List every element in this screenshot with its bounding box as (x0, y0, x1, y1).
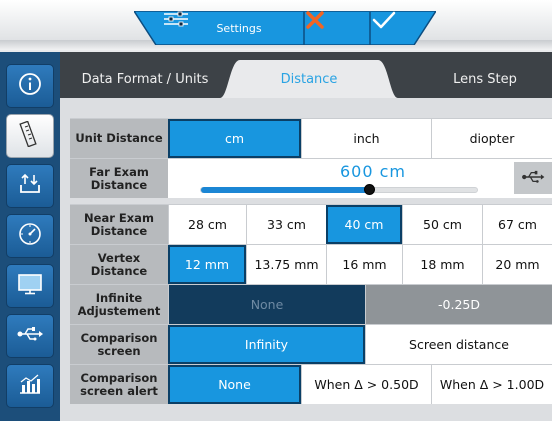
row-near-exam-distance: Near Exam Distance 28 cm 33 cm 40 cm 50 c… (70, 204, 552, 244)
ruler-icon (18, 120, 42, 151)
usb-sync-button[interactable] (514, 162, 552, 194)
sidebar-item-usb[interactable] (6, 314, 54, 358)
info-icon (18, 72, 42, 100)
row-label: Comparison screen (70, 325, 168, 364)
option-inch[interactable]: inch (301, 119, 431, 158)
row-comparison-screen: Comparison screen Infinity Screen distanc… (70, 324, 552, 364)
dial-icon (18, 222, 42, 250)
far-distance-slider[interactable] (200, 184, 478, 195)
tab-bar: Data Format / Units Distance Lens Step (60, 52, 552, 98)
option-50cm[interactable]: 50 cm (402, 205, 482, 244)
option-18mm[interactable]: 18 mm (402, 245, 482, 284)
option-diopter[interactable]: diopter (431, 119, 552, 158)
option-12mm[interactable]: 12 mm (168, 245, 246, 284)
tab-label: Distance (280, 71, 338, 87)
sidebar-item-monitor[interactable] (6, 264, 54, 308)
tab-distance[interactable]: Distance (220, 60, 398, 98)
monitor-icon (17, 273, 43, 299)
download-icon (18, 173, 42, 199)
sidebar-item-chart[interactable] (6, 364, 54, 408)
row-label: Vertex Distance (70, 245, 168, 284)
row-infinite-adjustement: Infinite Adjustement None -0.25D (70, 284, 552, 324)
option-alert-0-50d[interactable]: When Δ > 0.50D (301, 365, 431, 404)
option-20mm[interactable]: 20 mm (482, 245, 552, 284)
settings-panel: Data Format / Units Distance Lens Step U… (60, 52, 552, 421)
option-40cm[interactable]: 40 cm (326, 205, 402, 244)
row-label: Near Exam Distance (70, 205, 168, 244)
option-infinity[interactable]: Infinity (168, 325, 365, 364)
chart-icon (18, 373, 42, 399)
row-label: Far Exam Distance (70, 159, 168, 198)
slider-thumb[interactable] (364, 184, 375, 195)
row-label: Unit Distance (70, 119, 168, 158)
header-toolbar: Settings (134, 11, 436, 45)
tab-label: Data Format / Units (81, 71, 209, 87)
sidebar-item-download[interactable] (6, 164, 54, 208)
option-minus-0-25d[interactable]: -0.25D (365, 285, 552, 324)
option-alert-none[interactable]: None (168, 365, 301, 404)
option-16mm[interactable]: 16 mm (326, 245, 402, 284)
tab-lens-step[interactable]: Lens Step (398, 60, 552, 98)
slider-fill (201, 187, 369, 193)
option-alert-1-00d[interactable]: When Δ > 1.00D (431, 365, 552, 404)
row-label: Infinite Adjustement (70, 285, 168, 324)
usb-icon (521, 169, 545, 188)
cancel-button[interactable] (306, 11, 368, 45)
confirm-button[interactable] (372, 11, 434, 45)
row-label: Comparison screen alert (70, 365, 168, 404)
option-67cm[interactable]: 67 cm (482, 205, 552, 244)
option-none[interactable]: None (168, 285, 365, 324)
option-screen-distance[interactable]: Screen distance (365, 325, 552, 364)
sidebar (0, 52, 60, 421)
sidebar-item-info[interactable] (6, 64, 54, 108)
tab-data-format[interactable]: Data Format / Units (70, 60, 220, 98)
option-13-75mm[interactable]: 13.75 mm (246, 245, 326, 284)
top-bar: Settings (0, 0, 552, 50)
sidebar-item-dial[interactable] (6, 214, 54, 258)
row-comparison-screen-alert: Comparison screen alert None When Δ > 0.5… (70, 364, 552, 404)
settings-label: Settings (216, 21, 262, 35)
far-distance-value: 600 cm (340, 162, 407, 181)
option-cm[interactable]: cm (168, 119, 301, 158)
sidebar-item-ruler[interactable] (6, 114, 54, 158)
option-33cm[interactable]: 33 cm (246, 205, 326, 244)
usb-icon (17, 326, 43, 346)
row-vertex-distance: Vertex Distance 12 mm 13.75 mm 16 mm 18 … (70, 244, 552, 284)
row-unit-distance: Unit Distance cm inch diopter (70, 118, 552, 158)
option-28cm[interactable]: 28 cm (168, 205, 246, 244)
settings-button[interactable]: Settings (164, 11, 302, 45)
tab-label: Lens Step (453, 71, 517, 87)
row-far-exam-distance: Far Exam Distance 600 cm (70, 158, 552, 198)
